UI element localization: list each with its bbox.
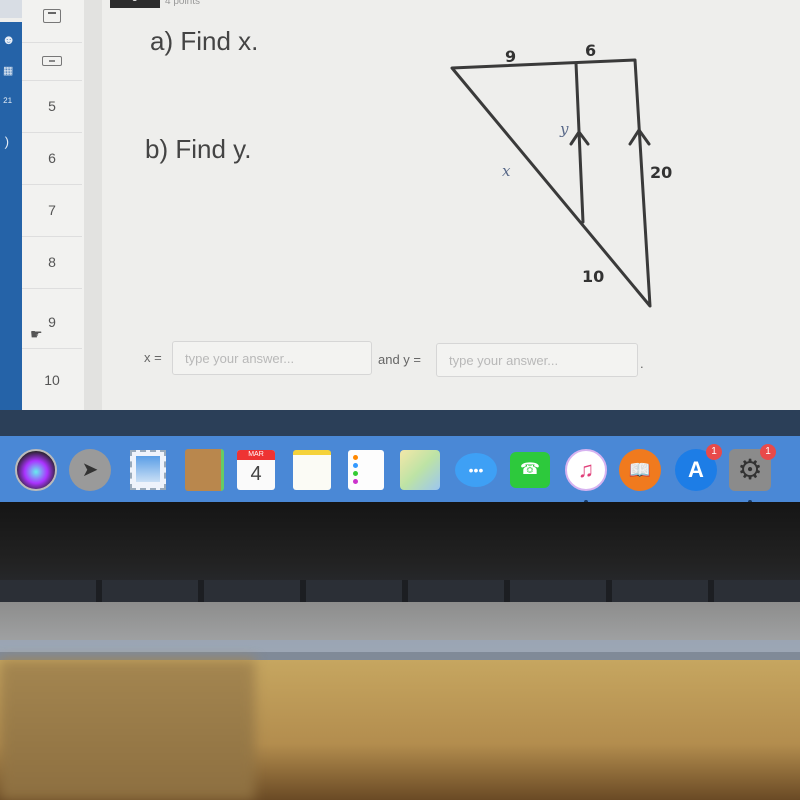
- people-icon[interactable]: ☻: [0, 32, 18, 47]
- window-bottom-edge: [0, 410, 800, 438]
- keyboard-icon: [42, 56, 62, 66]
- dock-ibooks[interactable]: 📖: [618, 448, 662, 492]
- and-y-equals-label: and y =: [378, 352, 422, 367]
- label-y: y: [559, 120, 569, 138]
- question-number-badge: 9: [110, 0, 160, 8]
- dock-reminders[interactable]: [344, 448, 388, 492]
- dock-app-store[interactable]: A 1: [674, 444, 722, 492]
- trailing-period: .: [640, 356, 644, 371]
- minimize-icon: [43, 9, 61, 23]
- dock-system-preferences[interactable]: ⚙ 1: [728, 444, 776, 492]
- question-nav-item[interactable]: 6: [22, 132, 82, 185]
- music-note-icon: ♫: [565, 449, 607, 491]
- label-right: 20: [650, 163, 672, 182]
- calendar-day: 4: [250, 463, 262, 485]
- rocket-icon: ➤: [69, 449, 111, 491]
- dock: ➤ MAR 4 ••• ☎ ♫ 📖 A 1 ⚙ 1: [0, 436, 800, 504]
- part-a-prompt: a) Find x.: [150, 26, 259, 56]
- dock-maps[interactable]: [398, 448, 442, 492]
- x-equals-label: x =: [144, 350, 162, 365]
- triangle-outline: [450, 58, 652, 308]
- dock-facetime[interactable]: ☎: [508, 448, 552, 492]
- dock-messages[interactable]: •••: [454, 448, 498, 492]
- y-answer-input[interactable]: [436, 343, 638, 377]
- inner-parallel-segment: [574, 61, 585, 224]
- dock-itunes[interactable]: ♫: [564, 448, 608, 492]
- dock-notes[interactable]: [290, 448, 334, 492]
- scrollbar-gutter[interactable]: [84, 0, 102, 412]
- x-answer-input[interactable]: [172, 341, 372, 375]
- label-bottom: 10: [582, 267, 604, 286]
- label-top-left: 9: [505, 47, 516, 66]
- points-label: 4 points: [165, 0, 201, 7]
- siri-icon: [15, 449, 57, 491]
- facetime-icon: ☎: [510, 452, 550, 488]
- dock-siri[interactable]: [14, 448, 58, 492]
- contacts-book-icon: [184, 449, 224, 491]
- calendar-icon[interactable]: ▦: [0, 64, 17, 77]
- notes-icon: [293, 450, 331, 490]
- calendar-icon: MAR 4: [237, 450, 275, 490]
- question-nav-item[interactable]: 10: [22, 354, 82, 406]
- sidebar-top-icon[interactable]: [0, 0, 25, 18]
- dock-contacts[interactable]: [182, 448, 226, 492]
- reminders-icon: [348, 450, 384, 490]
- screen: ☻ ▦ 21 ) 5 6 7 8 9 10 ☛ 9 4 points a) Fi…: [0, 0, 800, 430]
- part-b-prompt: b) Find y.: [145, 134, 252, 164]
- bracket-icon[interactable]: ): [0, 134, 16, 149]
- question-nav-item[interactable]: 5: [22, 80, 82, 133]
- date-icon[interactable]: 21: [0, 96, 17, 105]
- dock-mail[interactable]: [126, 448, 170, 492]
- messages-icon: •••: [455, 453, 497, 487]
- triangle-diagram: 9 6 y x 20 10: [450, 41, 672, 308]
- calendar-month: MAR: [237, 450, 275, 460]
- question-number: 7: [48, 202, 56, 218]
- label-top-right: 6: [585, 41, 596, 60]
- maps-icon: [400, 450, 440, 490]
- dock-calendar[interactable]: MAR 4: [234, 448, 278, 492]
- hand-cursor-icon: ☛: [30, 326, 43, 342]
- question-nav-keyboard[interactable]: [22, 42, 82, 81]
- question-number: 6: [48, 150, 56, 166]
- question-number: 10: [44, 372, 60, 388]
- notification-badge: 1: [706, 444, 722, 460]
- question-number: 9: [48, 314, 56, 330]
- label-x: x: [502, 162, 511, 180]
- question-nav: 5 6 7 8 9 10: [22, 0, 84, 412]
- book-icon: 📖: [619, 449, 661, 491]
- mail-stamp-icon: [130, 450, 166, 490]
- notification-badge: 1: [760, 444, 776, 460]
- question-number: 5: [48, 98, 56, 114]
- question-number: 8: [48, 254, 56, 270]
- keyboard-keys: [0, 580, 800, 602]
- question-nav-item[interactable]: 7: [22, 184, 82, 237]
- desk-surface: [0, 660, 800, 800]
- question-nav-collapse[interactable]: [22, 0, 82, 43]
- dock-launchpad[interactable]: ➤: [68, 448, 112, 492]
- question-nav-item[interactable]: 8: [22, 236, 82, 289]
